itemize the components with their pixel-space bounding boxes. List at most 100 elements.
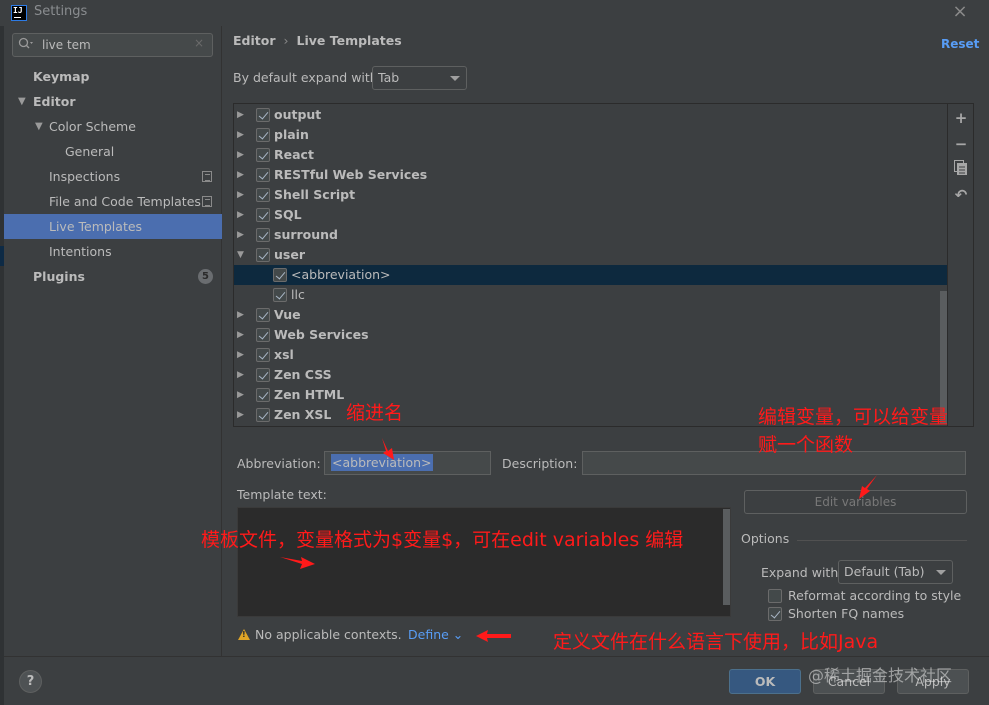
help-button[interactable]: ? xyxy=(19,670,42,693)
template-group-row[interactable]: ▶ output xyxy=(234,105,947,125)
shorten-fq-checkbox[interactable] xyxy=(768,607,782,621)
settings-search-input[interactable] xyxy=(42,36,192,54)
template-enabled-checkbox[interactable] xyxy=(256,408,270,422)
template-group-row[interactable]: ▶ Shell Script xyxy=(234,185,947,205)
sidebar-item-file-and-code-templates[interactable]: File and Code Templates xyxy=(4,189,222,214)
expand-arrow-icon[interactable]: ▶ xyxy=(237,345,244,365)
template-group-row[interactable]: ▶ Zen CSS xyxy=(234,365,947,385)
template-label: xsl xyxy=(274,347,294,362)
annotation-edit-vars-line1: 编辑变量，可以给变量 xyxy=(758,406,949,428)
annotation-template-text: 模板文件，变量格式为$变量$，可在edit variables 编辑 xyxy=(201,529,684,551)
template-enabled-checkbox[interactable] xyxy=(256,328,270,342)
copy-template-button[interactable] xyxy=(952,160,970,178)
template-enabled-checkbox[interactable] xyxy=(256,348,270,362)
abbreviation-label: Abbreviation: xyxy=(237,456,321,471)
template-enabled-checkbox[interactable] xyxy=(256,248,270,262)
template-enabled-checkbox[interactable] xyxy=(256,188,270,202)
sidebar-item-editor[interactable]: ▼ Editor xyxy=(4,89,222,114)
options-heading: Options xyxy=(741,531,790,546)
edit-variables-button[interactable]: Edit variables xyxy=(744,490,967,514)
template-group-row[interactable]: ▶ SQL xyxy=(234,205,947,225)
expand-arrow-icon[interactable]: ▶ xyxy=(237,185,244,205)
template-group-row[interactable]: ▶ RESTful Web Services xyxy=(234,165,947,185)
template-group-row[interactable]: ▶ React xyxy=(234,145,947,165)
close-window-button[interactable]: × xyxy=(950,2,970,22)
template-row[interactable]: <abbreviation> xyxy=(234,265,947,285)
annotation-abbreviation: 缩进名 xyxy=(346,402,404,424)
expand-default-select[interactable]: Tab xyxy=(372,66,467,90)
annotation-contexts: 定义文件在什么语言下使用，比如Java xyxy=(553,631,879,653)
annotation-arrow-abbreviation xyxy=(382,438,394,460)
breadcrumb-live-templates: Live Templates xyxy=(296,33,402,48)
reformat-checkbox[interactable] xyxy=(768,589,782,603)
sidebar-item-inspections[interactable]: Inspections xyxy=(4,164,222,189)
template-enabled-checkbox[interactable] xyxy=(256,108,270,122)
expand-arrow-icon[interactable]: ▶ xyxy=(237,405,244,425)
remove-template-button[interactable]: − xyxy=(952,135,970,153)
restore-defaults-button[interactable]: ↶ xyxy=(952,186,970,204)
expand-arrow-icon[interactable]: ▶ xyxy=(237,325,244,345)
template-label: output xyxy=(274,107,322,122)
expand-arrow-icon[interactable]: ▶ xyxy=(237,105,244,125)
template-enabled-checkbox[interactable] xyxy=(256,208,270,222)
expand-arrow-icon[interactable]: ▶ xyxy=(237,305,244,325)
template-group-row[interactable]: ▶ Vue xyxy=(234,305,947,325)
expand-arrow-icon[interactable]: ▼ xyxy=(18,89,26,114)
sidebar-item-intentions[interactable]: Intentions xyxy=(4,239,222,264)
template-group-row[interactable]: ▶ surround xyxy=(234,225,947,245)
expand-arrow-icon[interactable]: ▶ xyxy=(237,125,244,145)
templates-tree: ▶ output ▶ plain ▶ React ▶ RESTful Web Services… xyxy=(233,103,948,427)
window-title: Settings xyxy=(34,4,88,19)
expand-arrow-icon[interactable]: ▶ xyxy=(237,165,244,185)
template-enabled-checkbox[interactable] xyxy=(256,308,270,322)
template-group-row[interactable]: ▶ plain xyxy=(234,125,947,145)
project-settings-icon xyxy=(202,196,212,207)
define-contexts-link[interactable]: Define ⌄ xyxy=(408,627,463,642)
reset-link[interactable]: Reset xyxy=(941,37,979,51)
shorten-fq-label: Shorten FQ names xyxy=(788,606,905,621)
template-row[interactable]: llc xyxy=(234,285,947,305)
template-label: Zen HTML xyxy=(274,387,345,402)
expand-arrow-icon[interactable]: ▶ xyxy=(237,145,244,165)
template-enabled-checkbox[interactable] xyxy=(256,128,270,142)
expand-default-value: Tab xyxy=(378,70,400,85)
template-enabled-checkbox[interactable] xyxy=(256,388,270,402)
add-template-button[interactable]: + xyxy=(952,109,970,127)
sidebar-item-general[interactable]: General xyxy=(4,139,222,164)
template-group-row[interactable]: ▶ Web Services xyxy=(234,325,947,345)
expand-with-select[interactable]: Default (Tab) xyxy=(838,560,953,584)
template-enabled-checkbox[interactable] xyxy=(256,148,270,162)
abbreviation-input[interactable]: <abbreviation> xyxy=(324,451,491,475)
template-label: Zen XSL xyxy=(274,407,332,422)
sidebar-item-color-scheme[interactable]: ▼ Color Scheme xyxy=(4,114,222,139)
search-icon[interactable] xyxy=(18,37,34,53)
clear-search-icon[interactable]: × xyxy=(194,36,204,50)
plus-icon: + xyxy=(954,109,968,127)
settings-search-box[interactable]: × xyxy=(12,33,213,57)
template-enabled-checkbox[interactable] xyxy=(273,288,287,302)
expand-arrow-icon[interactable]: ▶ xyxy=(237,365,244,385)
expand-arrow-icon[interactable]: ▼ xyxy=(35,114,43,139)
template-group-row[interactable]: ▼ user xyxy=(234,245,947,265)
breadcrumb: Editor › Live Templates xyxy=(233,33,402,48)
collapse-arrow-icon[interactable]: ▼ xyxy=(237,245,244,265)
expand-arrow-icon[interactable]: ▶ xyxy=(237,385,244,405)
template-group-row[interactable]: ▶ xsl xyxy=(234,345,947,365)
template-enabled-checkbox[interactable] xyxy=(256,228,270,242)
sidebar-item-keymap[interactable]: Keymap xyxy=(4,64,222,89)
expand-arrow-icon[interactable]: ▶ xyxy=(237,225,244,245)
template-enabled-checkbox[interactable] xyxy=(273,268,287,282)
tree-toolbar: + − ↶ xyxy=(948,103,974,427)
sidebar-item-plugins[interactable]: Plugins 5 xyxy=(4,264,222,289)
template-label: plain xyxy=(274,127,309,142)
template-label: <abbreviation> xyxy=(291,267,391,282)
ok-button[interactable]: OK xyxy=(729,669,801,694)
template-enabled-checkbox[interactable] xyxy=(256,368,270,382)
template-text-label: Template text: xyxy=(237,487,327,502)
warning-text: No applicable contexts. xyxy=(255,627,402,642)
sidebar-item-live-templates[interactable]: Live Templates xyxy=(4,214,222,239)
breadcrumb-editor[interactable]: Editor xyxy=(233,33,276,48)
template-enabled-checkbox[interactable] xyxy=(256,168,270,182)
template-text-scrollbar[interactable] xyxy=(723,509,730,605)
expand-arrow-icon[interactable]: ▶ xyxy=(237,205,244,225)
